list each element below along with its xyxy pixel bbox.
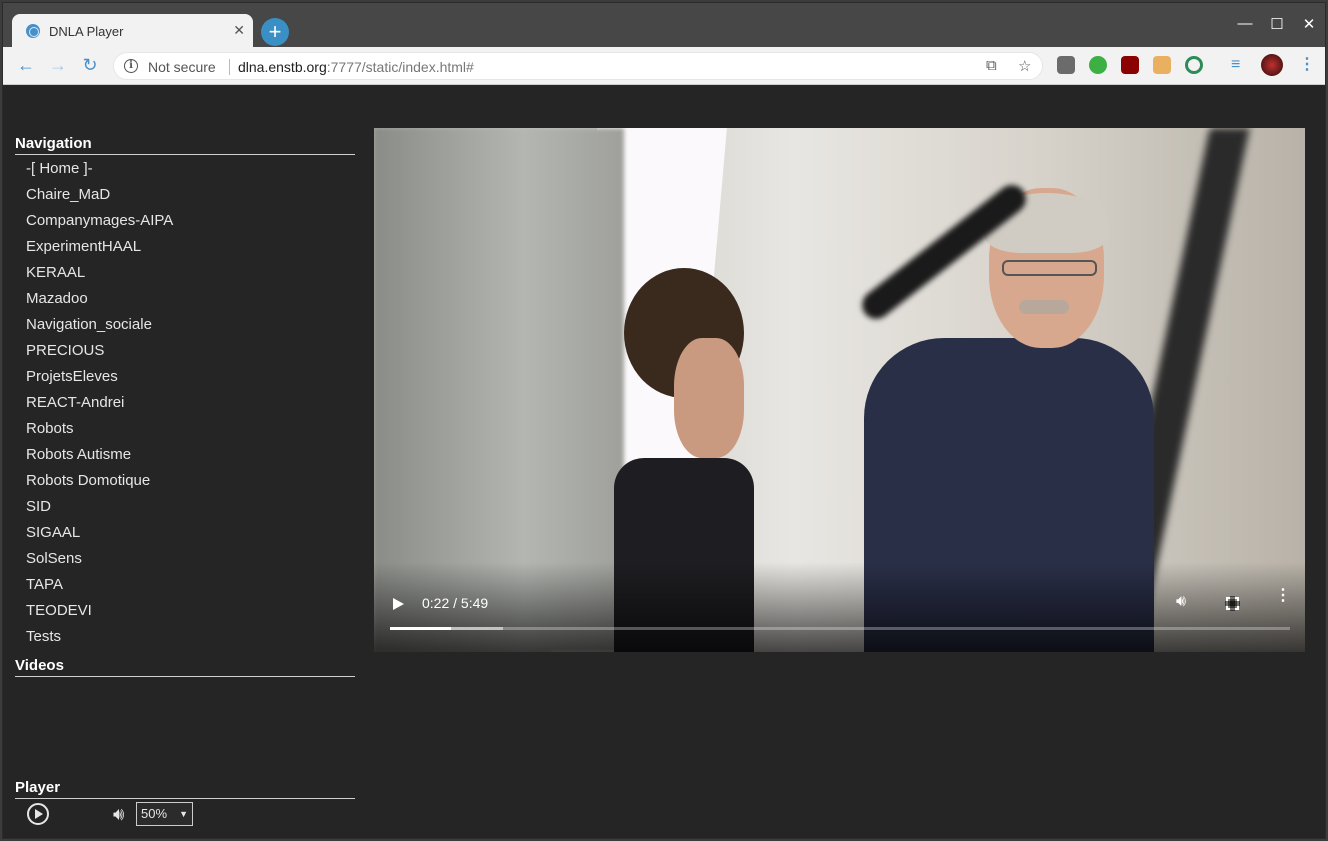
- volume-select[interactable]: 50%: [136, 802, 193, 826]
- player-controls: 🔊︎ 50%: [27, 802, 227, 828]
- nav-item[interactable]: Tests: [15, 626, 355, 652]
- video-volume-icon[interactable]: 🔊︎: [1176, 593, 1186, 611]
- nav-item[interactable]: Robots Domotique: [15, 470, 355, 496]
- nav-item[interactable]: Robots Autisme: [15, 444, 355, 470]
- video-controls-overlay: [374, 562, 1305, 652]
- address-bar[interactable]: i Not secure dlna.enstb.org:7777/static/…: [113, 52, 1043, 80]
- navigation-list: -[ Home ]- Chaire_MaD Companymages-AIPA Exp…: [15, 158, 355, 652]
- menu-icon[interactable]: ⋮: [1299, 56, 1317, 74]
- video-progress-bar: [390, 627, 452, 630]
- url-path: :7777/static/index.html#: [326, 59, 474, 75]
- nav-item[interactable]: ProjetsEleves: [15, 366, 355, 392]
- nav-item[interactable]: SID: [15, 496, 355, 522]
- translate-icon[interactable]: ⧉: [986, 57, 997, 74]
- close-window-icon[interactable]: ✕: [1299, 15, 1319, 33]
- sidebar: Navigation -[ Home ]- Chaire_MaD Companyma…: [15, 135, 355, 677]
- player-heading: Player: [15, 779, 355, 799]
- video-player[interactable]: 0:22 / 5:49 🔊︎ ⋮: [374, 128, 1305, 652]
- browser-window: DNLA Player ✕ + — ☐ ✕ ← → ↻ i Not secure…: [2, 2, 1326, 839]
- ublock-icon[interactable]: [1121, 56, 1139, 74]
- nav-item[interactable]: -[ Home ]-: [15, 158, 355, 184]
- more-options-icon[interactable]: ⋮: [1275, 588, 1291, 604]
- maximize-icon[interactable]: ☐: [1267, 15, 1287, 33]
- omnibox-divider: [229, 59, 230, 75]
- nav-item[interactable]: ExperimentHAAL: [15, 236, 355, 262]
- tab-title: DNLA Player: [49, 24, 124, 39]
- info-icon[interactable]: i: [124, 59, 138, 73]
- nav-item[interactable]: Navigation_sociale: [15, 314, 355, 340]
- nav-item[interactable]: Robots: [15, 418, 355, 444]
- media-queue-icon[interactable]: ≡: [1231, 56, 1249, 74]
- url-text[interactable]: dlna.enstb.org:7777/static/index.html#: [238, 59, 474, 75]
- url-host: dlna.enstb.org: [238, 59, 327, 75]
- extension-sync-icon[interactable]: [1185, 56, 1203, 74]
- video-seek-bar[interactable]: [390, 627, 1290, 630]
- tab-close-icon[interactable]: ✕: [233, 22, 245, 38]
- forward-arrow-icon[interactable]: →: [47, 55, 69, 76]
- nav-item[interactable]: REACT-Andrei: [15, 392, 355, 418]
- video-time: 0:22 / 5:49: [422, 595, 489, 611]
- navigation-heading: Navigation: [15, 135, 355, 155]
- globe-icon: [26, 24, 40, 38]
- nav-item[interactable]: TEODEVI: [15, 600, 355, 626]
- tab-strip: DNLA Player ✕ + — ☐ ✕: [3, 3, 1325, 48]
- bookmark-star-icon[interactable]: ☆: [1018, 57, 1031, 75]
- security-label: Not secure: [148, 59, 216, 75]
- play-icon[interactable]: [27, 803, 49, 825]
- nav-item[interactable]: TAPA: [15, 574, 355, 600]
- browser-toolbar: ← → ↻ i Not secure dlna.enstb.org:7777/s…: [3, 47, 1325, 85]
- nav-item[interactable]: KERAAL: [15, 262, 355, 288]
- nav-item[interactable]: Chaire_MaD: [15, 184, 355, 210]
- nav-item[interactable]: Mazadoo: [15, 288, 355, 314]
- nav-item[interactable]: PRECIOUS: [15, 340, 355, 366]
- extension-face-icon[interactable]: [1153, 56, 1171, 74]
- nav-item[interactable]: Companymages-AIPA: [15, 210, 355, 236]
- video-play-icon[interactable]: [393, 598, 404, 610]
- back-arrow-icon[interactable]: ←: [15, 55, 37, 76]
- avatar[interactable]: [1261, 54, 1283, 76]
- videos-heading: Videos: [15, 657, 355, 677]
- new-tab-button[interactable]: +: [261, 18, 289, 46]
- fullscreen-icon[interactable]: [1225, 596, 1240, 611]
- volume-icon: 🔊︎: [113, 804, 125, 824]
- nav-item[interactable]: SIGAAL: [15, 522, 355, 548]
- nav-item[interactable]: SolSens: [15, 548, 355, 574]
- extension-green-icon[interactable]: [1089, 56, 1107, 74]
- browser-tab[interactable]: DNLA Player ✕: [12, 14, 253, 48]
- minimize-icon[interactable]: —: [1235, 15, 1255, 32]
- bitwarden-icon[interactable]: [1057, 56, 1075, 74]
- page-content: Navigation -[ Home ]- Chaire_MaD Companyma…: [3, 85, 1325, 838]
- reload-icon[interactable]: ↻: [79, 55, 101, 76]
